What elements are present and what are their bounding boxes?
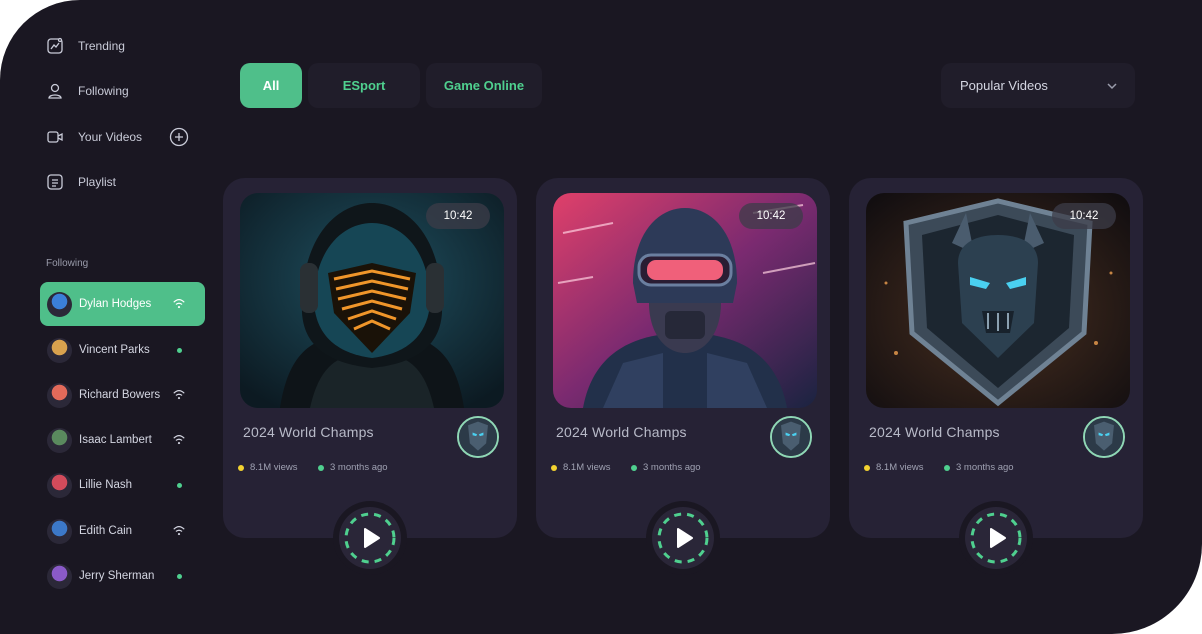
live-signal-icon (171, 523, 187, 539)
avatar (47, 382, 72, 408)
age-dot (944, 464, 950, 471)
video-card[interactable]: 10:42 2024 World Champs 8.1M views 3 months… (223, 178, 517, 575)
sort-dropdown-value: Popular Videos (960, 78, 1048, 93)
channel-avatar[interactable] (1083, 416, 1125, 458)
user-icon (48, 83, 62, 99)
video-title[interactable]: 2024 World Champs (556, 424, 687, 440)
age-meta: 3 months ago (318, 462, 388, 473)
nav-following-label: Following (78, 84, 129, 98)
nav-trending-label: Trending (78, 39, 125, 53)
avatar (47, 518, 72, 544)
play-button[interactable] (339, 507, 401, 569)
video-card[interactable]: 10:42 2024 World Champs 8.1M views 3 months… (849, 178, 1143, 575)
duration-badge: 10:42 (739, 203, 803, 229)
online-dot-icon (171, 477, 187, 493)
channel-avatar[interactable] (457, 416, 499, 458)
chevron-down-icon (1107, 83, 1117, 90)
views-dot (551, 464, 557, 471)
channel-avatar[interactable] (770, 416, 812, 458)
following-item[interactable]: Dylan Hodges (40, 282, 205, 326)
following-name: Lillie Nash (79, 479, 133, 491)
playlist-icon (47, 174, 63, 190)
video-thumbnail[interactable]: 10:42 (553, 193, 817, 408)
following-name: Vincent Parks (79, 344, 150, 356)
following-item[interactable]: Vincent Parks (40, 328, 205, 372)
online-dot-icon (171, 568, 187, 584)
avatar (47, 563, 72, 589)
play-icon (344, 512, 396, 564)
play-button[interactable] (652, 507, 714, 569)
duration-badge: 10:42 (1052, 203, 1116, 229)
nav-playlist-label: Playlist (78, 175, 117, 189)
plus-circle-icon (169, 127, 189, 147)
upload-age: 3 months ago (643, 462, 701, 473)
age-dot (631, 464, 637, 471)
live-signal-icon (171, 387, 187, 403)
tab-all[interactable]: All (240, 63, 302, 108)
app-window: Trending Following Your Videos Playlist … (0, 0, 1202, 634)
video-thumbnail[interactable]: 10:42 (240, 193, 504, 408)
video-title[interactable]: 2024 World Champs (243, 424, 374, 440)
nav-your-videos-label: Your Videos (78, 130, 143, 144)
following-name: Isaac Lambert (79, 434, 152, 446)
views-count: 8.1M views (563, 462, 611, 473)
play-button-ring (646, 501, 720, 575)
avatar (47, 337, 72, 363)
avatar (47, 427, 72, 453)
video-thumbnail[interactable]: 10:42 (866, 193, 1130, 408)
tab-esport[interactable]: ESport (308, 63, 420, 108)
play-button[interactable] (965, 507, 1027, 569)
trending-icon (47, 37, 63, 54)
age-meta: 3 months ago (944, 462, 1014, 473)
avatar (47, 472, 72, 498)
following-name: Dylan Hodges (79, 298, 152, 310)
following-item[interactable]: Jerry Sherman (40, 554, 205, 598)
following-item[interactable]: Richard Bowers (40, 373, 205, 417)
upload-age: 3 months ago (330, 462, 388, 473)
nav-playlist[interactable]: Playlist (46, 171, 116, 193)
views-count: 8.1M views (876, 462, 924, 473)
nav-trending[interactable]: Trending (46, 35, 125, 57)
views-meta: 8.1M views (864, 462, 924, 473)
sort-dropdown[interactable]: Popular Videos (941, 63, 1135, 108)
duration-badge: 10:42 (426, 203, 490, 229)
avatar (47, 291, 72, 317)
views-meta: 8.1M views (551, 462, 611, 473)
add-video-button[interactable] (169, 127, 189, 147)
upload-age: 3 months ago (956, 462, 1014, 473)
following-item[interactable]: Isaac Lambert (40, 418, 205, 462)
play-icon (970, 512, 1022, 564)
live-signal-icon (171, 296, 187, 312)
views-meta: 8.1M views (238, 462, 298, 473)
following-name: Jerry Sherman (79, 570, 155, 582)
play-button-ring (959, 501, 1033, 575)
views-dot (238, 464, 244, 471)
following-item[interactable]: Edith Cain (40, 509, 205, 553)
play-button-ring (333, 501, 407, 575)
play-icon (657, 512, 709, 564)
views-dot (864, 464, 870, 471)
following-item[interactable]: Lillie Nash (40, 463, 205, 507)
nav-following[interactable]: Following (46, 80, 129, 102)
tab-game-online[interactable]: Game Online (426, 63, 542, 108)
live-signal-icon (171, 432, 187, 448)
video-card[interactable]: 10:42 2024 World Champs 8.1M views 3 months… (536, 178, 830, 575)
nav-your-videos[interactable]: Your Videos (46, 126, 142, 148)
video-icon (47, 131, 63, 143)
age-dot (318, 464, 324, 471)
video-title[interactable]: 2024 World Champs (869, 424, 1000, 440)
following-section-label: Following (46, 258, 89, 269)
following-name: Richard Bowers (79, 389, 161, 401)
following-name: Edith Cain (79, 525, 133, 537)
online-dot-icon (171, 342, 187, 358)
age-meta: 3 months ago (631, 462, 701, 473)
views-count: 8.1M views (250, 462, 298, 473)
